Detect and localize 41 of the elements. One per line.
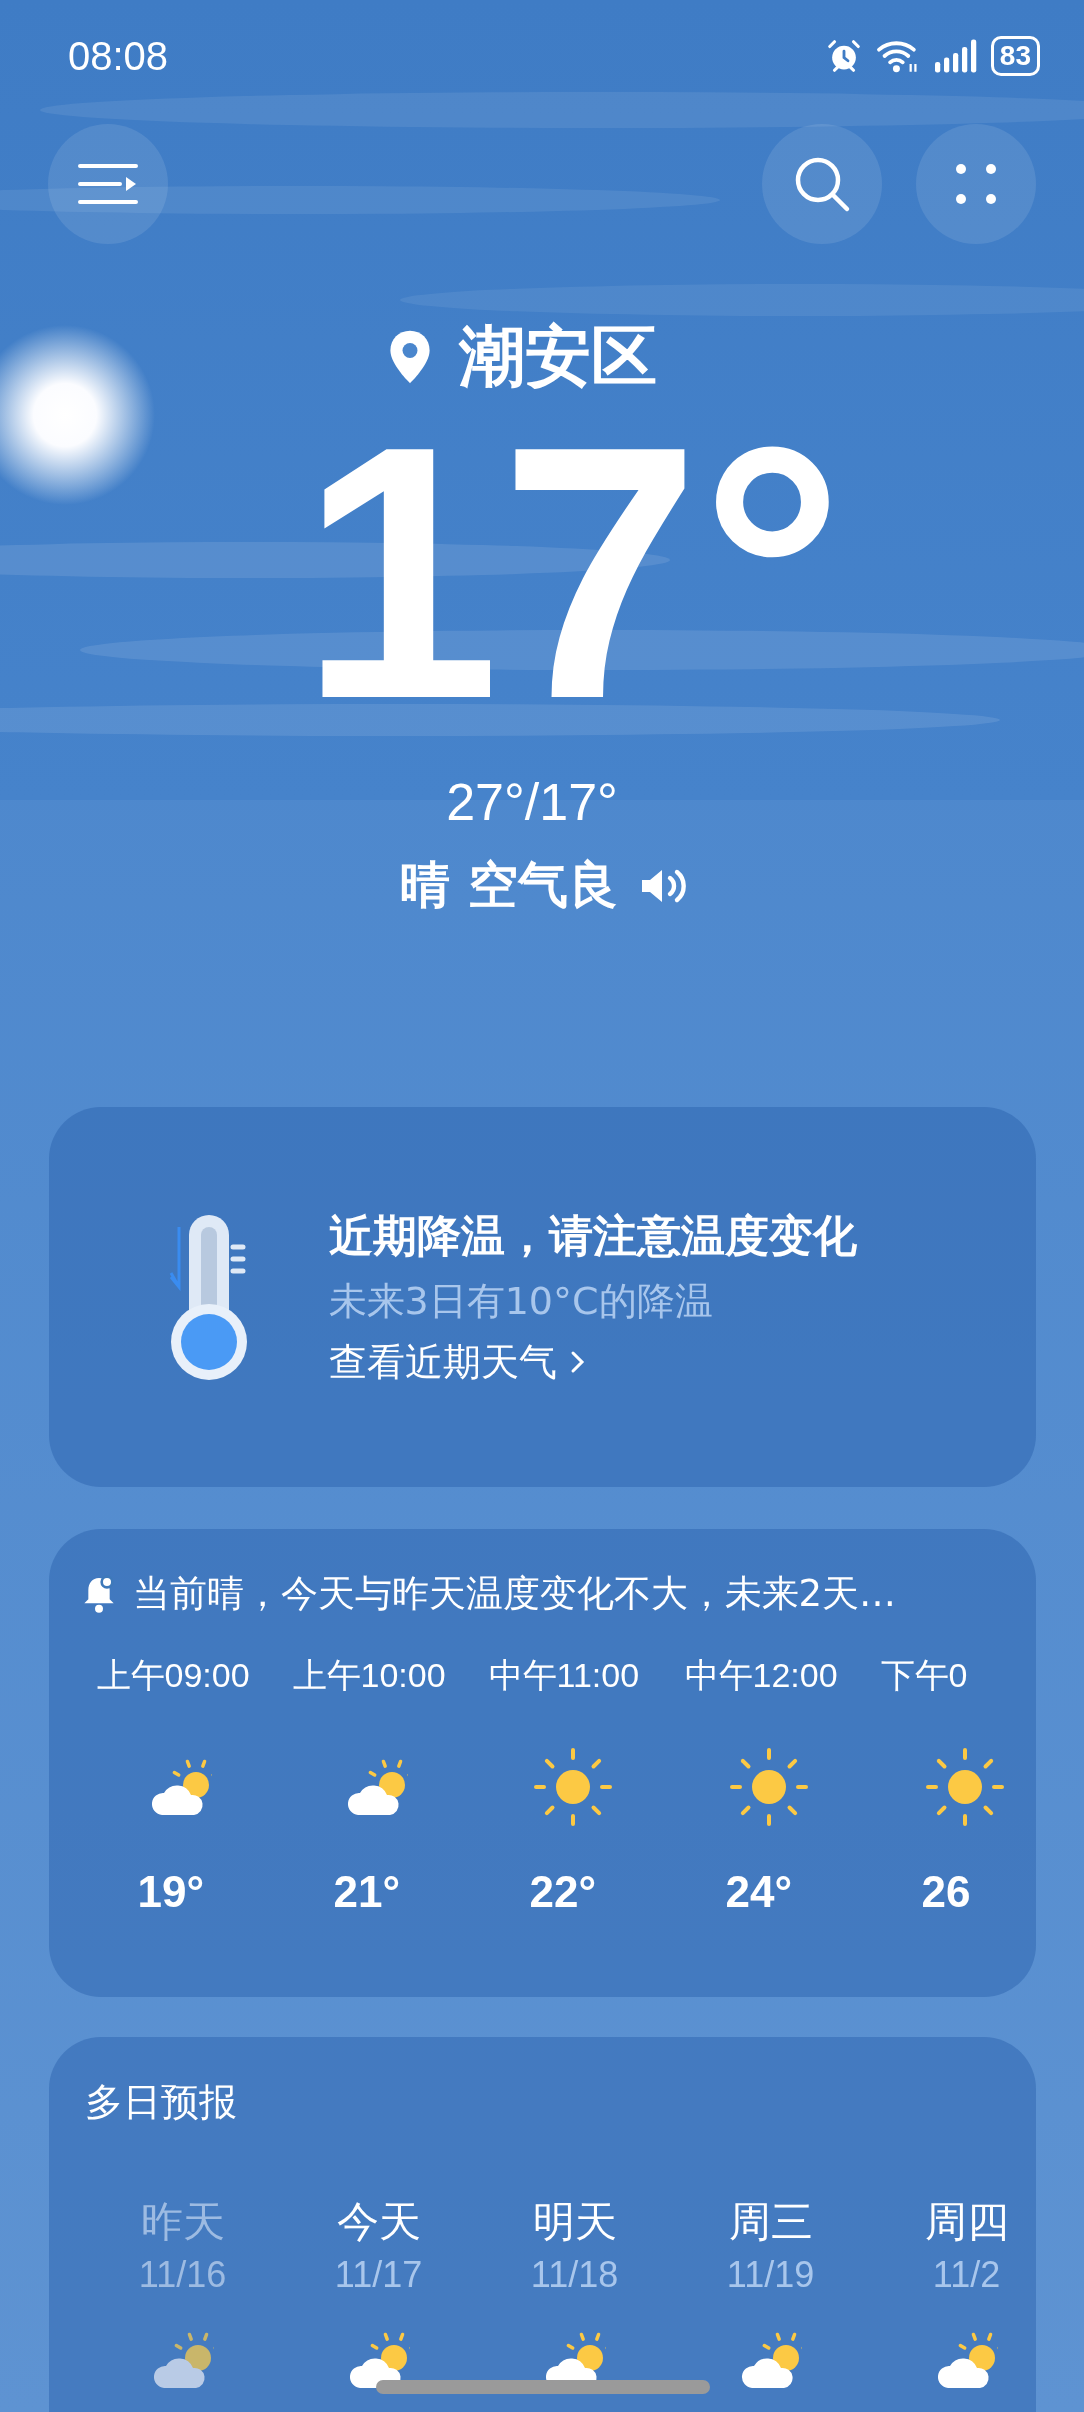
sun-icon — [924, 1747, 1005, 1827]
day-date: 11/17 — [334, 2254, 423, 2296]
hour-label: 中午12:00 — [684, 1655, 839, 1696]
day-date: 11/19 — [726, 2254, 815, 2296]
partly-cloudy-icon — [151, 2330, 214, 2390]
hour-temperature: 26 — [921, 1867, 972, 1917]
day-label: 今天 — [336, 2196, 421, 2248]
day-date: 11/2 — [932, 2254, 1001, 2296]
day-label: 周四 — [924, 2196, 1009, 2248]
day-label: 明天 — [532, 2196, 617, 2248]
partly-cloudy-icon — [345, 1757, 408, 1817]
recent-weather-link[interactable]: 查看近期天气 — [328, 1336, 857, 1388]
daily-forecast-title: 多日预报 — [84, 2080, 237, 2124]
day-label: 周三 — [728, 2196, 813, 2248]
status-time: 08:08 — [68, 33, 169, 79]
day-date: 11/18 — [530, 2254, 619, 2296]
location-pin-icon — [387, 329, 433, 385]
weather-summary: 当前晴，今天与昨天温度变化不大，未来2天… — [132, 1571, 897, 1617]
battery-indicator: 83 — [990, 36, 1040, 76]
high-low-temperature: 27°/17° — [446, 772, 618, 832]
alert-title: 近期降温，请注意温度变化 — [328, 1208, 857, 1263]
sun-icon — [532, 1747, 613, 1827]
alert-subtitle: 未来3日有10°C的降温 — [328, 1277, 714, 1325]
signal-icon — [932, 38, 979, 74]
day-label: 昨天 — [140, 2196, 225, 2248]
partly-cloudy-icon — [739, 2330, 802, 2390]
hour-label: 上午10:00 — [292, 1655, 447, 1696]
hour-temperature: 19° — [137, 1867, 206, 1917]
sun-icon — [728, 1747, 809, 1827]
hour-label: 下午0 — [880, 1655, 969, 1696]
hour-temperature: 22° — [529, 1867, 598, 1917]
hour-temperature: 21° — [333, 1867, 402, 1917]
hour-temperature: 24° — [725, 1867, 794, 1917]
hour-label: 上午09:00 — [96, 1655, 251, 1696]
hour-label: 中午11:00 — [488, 1655, 641, 1696]
partly-cloudy-icon — [149, 1757, 212, 1817]
partly-cloudy-icon — [935, 2330, 998, 2390]
weather-condition: 晴 空气良 — [400, 855, 618, 916]
four-dots-icon — [953, 161, 999, 207]
day-date: 11/16 — [138, 2254, 227, 2296]
menu-icon — [76, 162, 140, 206]
